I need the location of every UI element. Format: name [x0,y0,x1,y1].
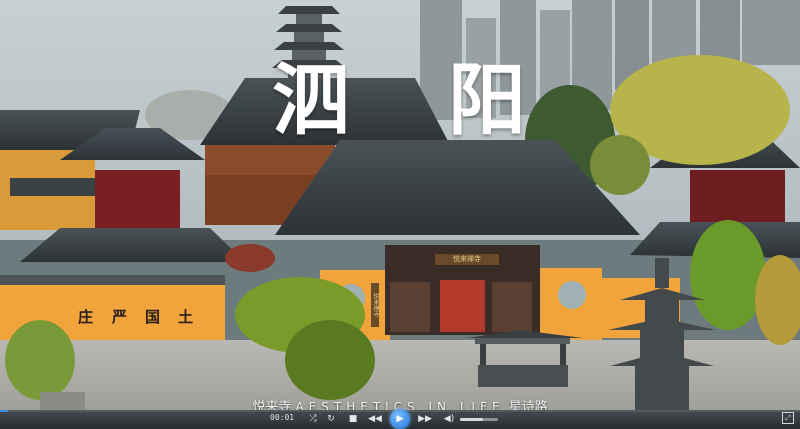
stop-icon[interactable]: ■ [346,412,360,426]
gate-plaque: 悦来禅寺 [434,253,500,266]
video-title-char-1: 泗 [272,55,353,146]
wall-char-4: 土 [178,308,194,326]
video-frame [0,0,800,411]
progress-fill [0,410,8,412]
rewind-icon[interactable]: ◀◀ [368,412,382,426]
side-plaque: 悦来禅寺 [371,283,379,327]
volume-slider[interactable] [460,418,498,421]
fast-forward-icon[interactable]: ▶▶ [418,412,432,426]
repeat-icon[interactable]: ↻ [324,412,338,426]
fullscreen-icon[interactable]: ⤢ [782,412,794,424]
shuffle-icon[interactable]: ⤮ [306,412,320,426]
video-title-char-2: 阳 [448,55,529,146]
wall-char-3: 国 [145,308,161,326]
time-display: 00:01 [270,413,295,422]
wall-char-1: 庄 [78,308,94,326]
volume-icon[interactable]: ◀) [442,412,456,426]
wall-char-2: 严 [112,308,128,326]
volume-fill [460,418,483,421]
video-player: 泗 阳 庄 严 国 土 悦来禅寺 悦来禅寺 悦来寺 AESTHETICS IN … [0,0,800,429]
play-icon[interactable]: ▶ [390,409,410,429]
